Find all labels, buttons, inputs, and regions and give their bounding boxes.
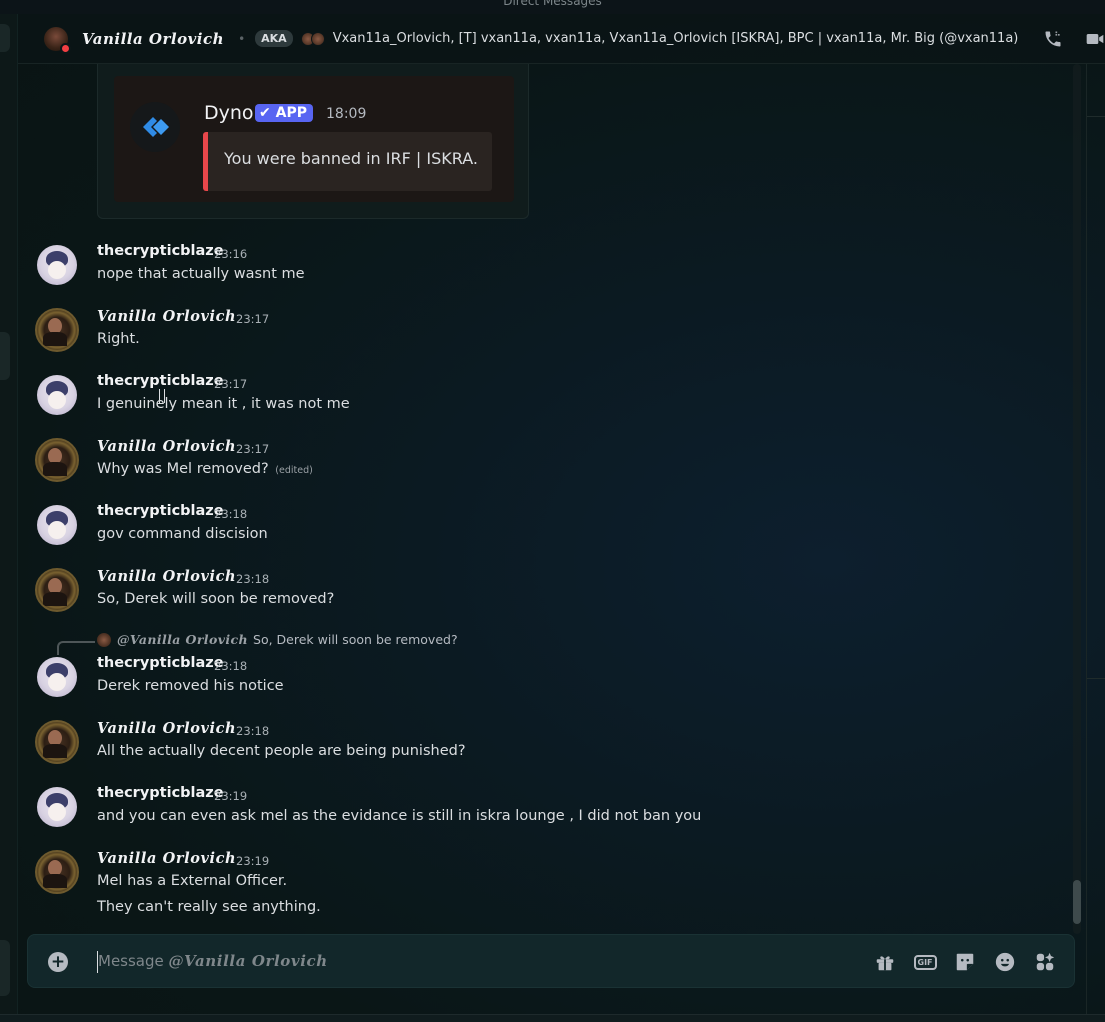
avatar[interactable] bbox=[35, 720, 79, 764]
message-text: and you can even ask mel as the evidance… bbox=[97, 808, 702, 824]
window-title-strip: Direct Messages bbox=[0, 0, 1105, 14]
username[interactable]: thecrypticblaze bbox=[97, 655, 224, 671]
message-list: Dyno ✔ APP 18:09 You were banned in IRF … bbox=[18, 64, 1086, 934]
dyno-avatar[interactable] bbox=[130, 102, 180, 152]
gif-icon-label: GIF bbox=[913, 954, 937, 970]
placeholder-prefix: Message bbox=[98, 952, 169, 970]
reply-text[interactable]: So, Derek will soon be removed? bbox=[253, 632, 458, 647]
separator-dot: • bbox=[238, 31, 246, 46]
video-call-icon[interactable] bbox=[1085, 29, 1105, 49]
composer-actions: GIF bbox=[874, 951, 1056, 973]
reply-preview[interactable]: @Vanilla Orlovich So, Derek will soon be… bbox=[97, 632, 458, 647]
server-rail-edge bbox=[0, 14, 18, 1014]
message-text: Right. bbox=[97, 331, 140, 347]
avatar[interactable] bbox=[37, 657, 77, 697]
username[interactable]: thecrypticblaze bbox=[97, 785, 224, 801]
message-text: They can't really see anything. bbox=[97, 899, 321, 915]
username[interactable]: thecrypticblaze bbox=[97, 373, 224, 389]
avatar[interactable] bbox=[35, 850, 79, 894]
username[interactable]: thecrypticblaze bbox=[97, 243, 224, 259]
reply-connector bbox=[57, 641, 95, 655]
ban-notice-text: You were banned in IRF | ISKRA. bbox=[224, 149, 478, 168]
edited-label: (edited) bbox=[275, 465, 313, 476]
username[interactable]: Vanilla Orlovich bbox=[97, 308, 236, 325]
window-title: Direct Messages bbox=[503, 0, 602, 8]
aka-avatars bbox=[300, 31, 325, 46]
divider bbox=[1087, 116, 1105, 117]
message-attachment[interactable]: Dyno ✔ APP 18:09 You were banned in IRF … bbox=[97, 64, 529, 219]
aka-badge: AKA bbox=[255, 30, 293, 47]
dyno-logo-icon bbox=[143, 117, 169, 137]
timestamp: 23:17 bbox=[214, 377, 248, 391]
avatar[interactable] bbox=[35, 308, 79, 352]
username[interactable]: Vanilla Orlovich bbox=[97, 438, 236, 455]
avatar[interactable] bbox=[37, 375, 77, 415]
scrollbar-thumb[interactable] bbox=[1073, 880, 1081, 924]
rail-item[interactable] bbox=[0, 332, 10, 380]
embed-author[interactable]: Dyno bbox=[204, 102, 254, 124]
dm-header: Vanilla Orlovich • AKA Vxan11a_Orlovich,… bbox=[18, 14, 1105, 64]
avatar bbox=[97, 632, 111, 647]
avatar[interactable] bbox=[44, 26, 71, 54]
phone-call-icon[interactable] bbox=[1043, 29, 1063, 49]
message-text: nope that actually wasnt me bbox=[97, 266, 305, 282]
plus-icon[interactable]: + bbox=[48, 952, 68, 972]
username[interactable]: Vanilla Orlovich bbox=[97, 568, 236, 585]
avatar[interactable] bbox=[37, 505, 77, 545]
message-text: All the actually decent people are being… bbox=[97, 743, 466, 759]
divider bbox=[1087, 678, 1105, 679]
taskbar-edge bbox=[0, 1014, 1105, 1022]
avatar[interactable] bbox=[35, 438, 79, 482]
message-text-content: Why was Mel removed? bbox=[97, 461, 269, 477]
dm-recipient-name[interactable]: Vanilla Orlovich bbox=[82, 30, 224, 48]
timestamp: 23:17 bbox=[236, 312, 270, 326]
message-text: Mel has a External Officer. bbox=[97, 873, 288, 889]
text-cursor-icon bbox=[159, 389, 165, 403]
rail-item[interactable] bbox=[0, 940, 10, 996]
gif-icon[interactable]: GIF bbox=[913, 951, 937, 973]
avatar[interactable] bbox=[37, 245, 77, 285]
timestamp: 23:17 bbox=[236, 442, 270, 456]
username[interactable]: thecrypticblaze bbox=[97, 503, 224, 519]
message-text: Why was Mel removed? (edited) bbox=[97, 461, 313, 477]
scrollbar-track[interactable] bbox=[1073, 64, 1081, 934]
header-actions bbox=[1043, 29, 1105, 49]
message-text: Derek removed his notice bbox=[97, 678, 284, 694]
placeholder-name: @Vanilla Orlovich bbox=[168, 952, 328, 970]
message-text: I genuinely mean it , it was not me bbox=[97, 396, 350, 412]
gift-icon[interactable] bbox=[874, 951, 896, 973]
message-composer[interactable]: + Message @Vanilla Orlovich GIF bbox=[27, 934, 1075, 988]
app-badge: ✔ APP bbox=[255, 104, 313, 122]
timestamp: 23:18 bbox=[236, 572, 270, 586]
message-text: So, Derek will soon be removed? bbox=[97, 591, 335, 607]
dyno-embed: Dyno ✔ APP 18:09 You were banned in IRF … bbox=[114, 76, 514, 202]
timestamp: 18:09 bbox=[326, 106, 367, 122]
username[interactable]: Vanilla Orlovich bbox=[97, 720, 236, 737]
rail-item[interactable] bbox=[0, 24, 10, 52]
reply-mention[interactable]: @Vanilla Orlovich bbox=[117, 632, 248, 647]
message-input[interactable]: Message @Vanilla Orlovich bbox=[98, 952, 328, 970]
message-text: gov command discision bbox=[97, 526, 268, 542]
timestamp: 23:19 bbox=[236, 854, 270, 868]
member-panel-edge bbox=[1086, 64, 1105, 1020]
username[interactable]: Vanilla Orlovich bbox=[97, 850, 236, 867]
avatar[interactable] bbox=[37, 787, 77, 827]
emoji-icon[interactable] bbox=[994, 951, 1016, 973]
timestamp: 23:19 bbox=[214, 789, 248, 803]
dnd-status-icon bbox=[60, 42, 71, 54]
timestamp: 23:18 bbox=[236, 724, 270, 738]
timestamp: 23:18 bbox=[214, 507, 248, 521]
ban-notice-embed: You were banned in IRF | ISKRA. bbox=[203, 132, 492, 191]
timestamp: 23:16 bbox=[214, 247, 248, 261]
sticker-icon[interactable] bbox=[954, 951, 976, 973]
avatar[interactable] bbox=[35, 568, 79, 612]
avatar bbox=[310, 31, 325, 46]
aka-names[interactable]: Vxan11a_Orlovich, [T] vxan11a, vxan11a, … bbox=[333, 31, 1019, 46]
apps-icon[interactable] bbox=[1034, 951, 1056, 973]
timestamp: 23:18 bbox=[214, 659, 248, 673]
